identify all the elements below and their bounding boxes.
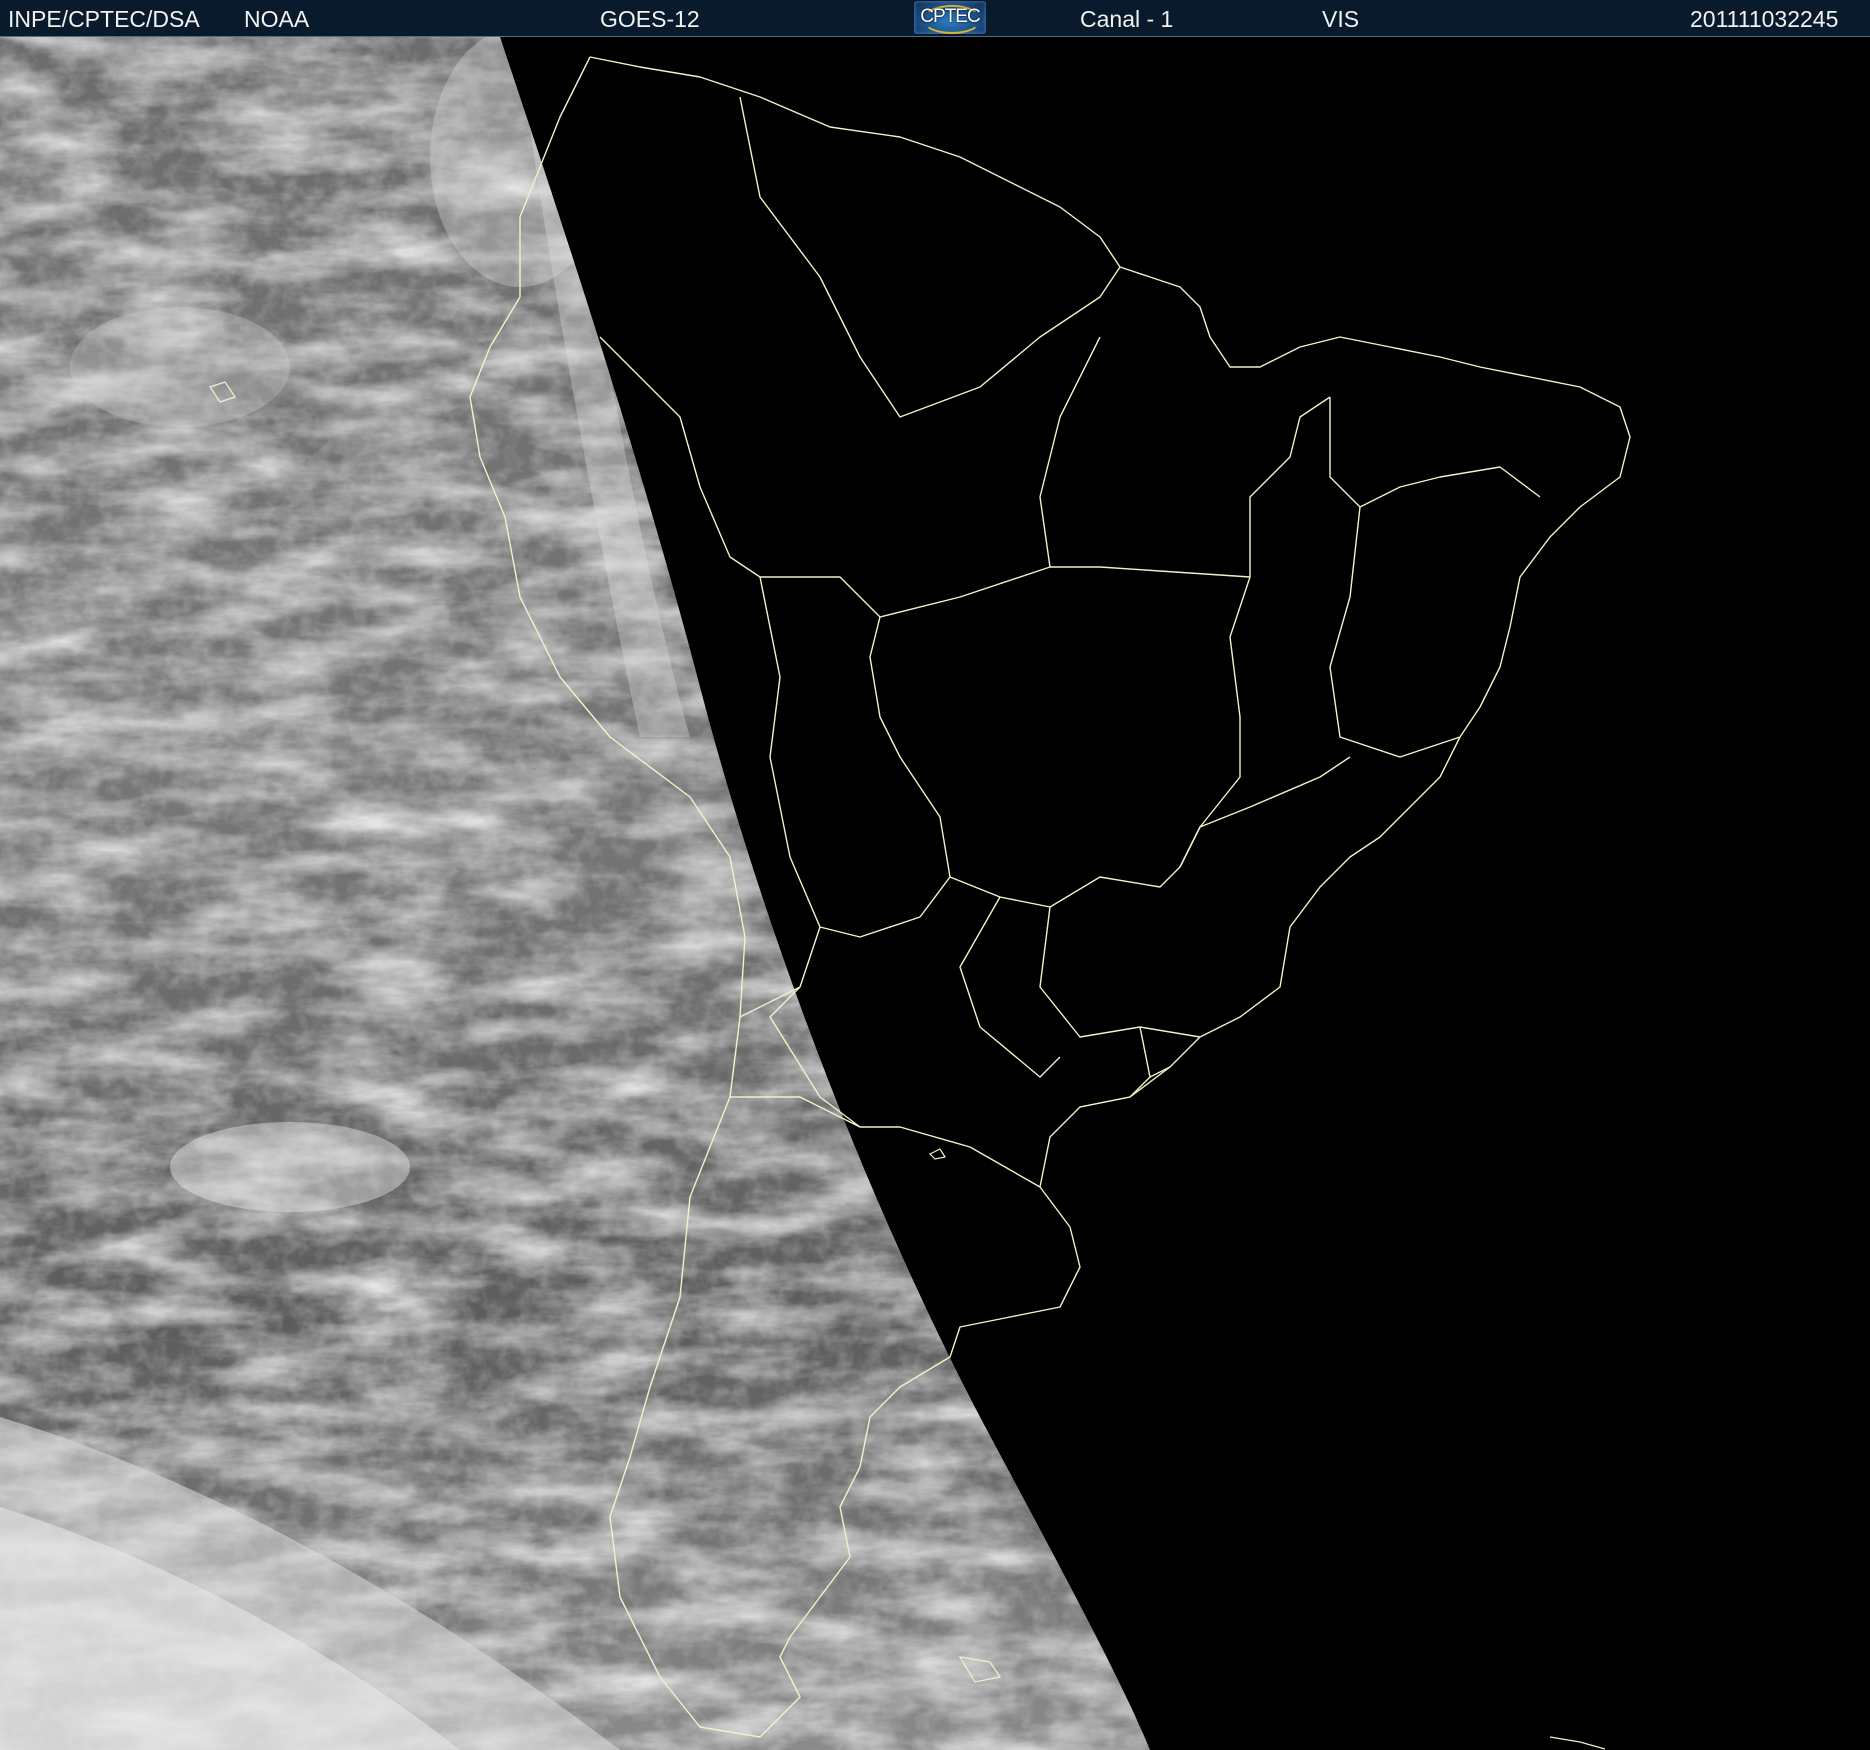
cptec-logo: CPTEC — [914, 1, 986, 34]
image-header: INPE/CPTEC/DSA NOAA GOES-12 CPTEC Canal … — [0, 0, 1870, 37]
channel-label: Canal - 1 — [1080, 6, 1174, 32]
timestamp-label: 201111032245 — [1690, 6, 1839, 32]
agency-label: NOAA — [244, 6, 310, 32]
band-label: VIS — [1322, 6, 1360, 32]
satellite-map — [0, 37, 1870, 1750]
logo-text: CPTEC — [920, 6, 980, 27]
source-label: INPE/CPTEC/DSA — [8, 6, 200, 32]
satellite-label: GOES-12 — [600, 6, 700, 32]
